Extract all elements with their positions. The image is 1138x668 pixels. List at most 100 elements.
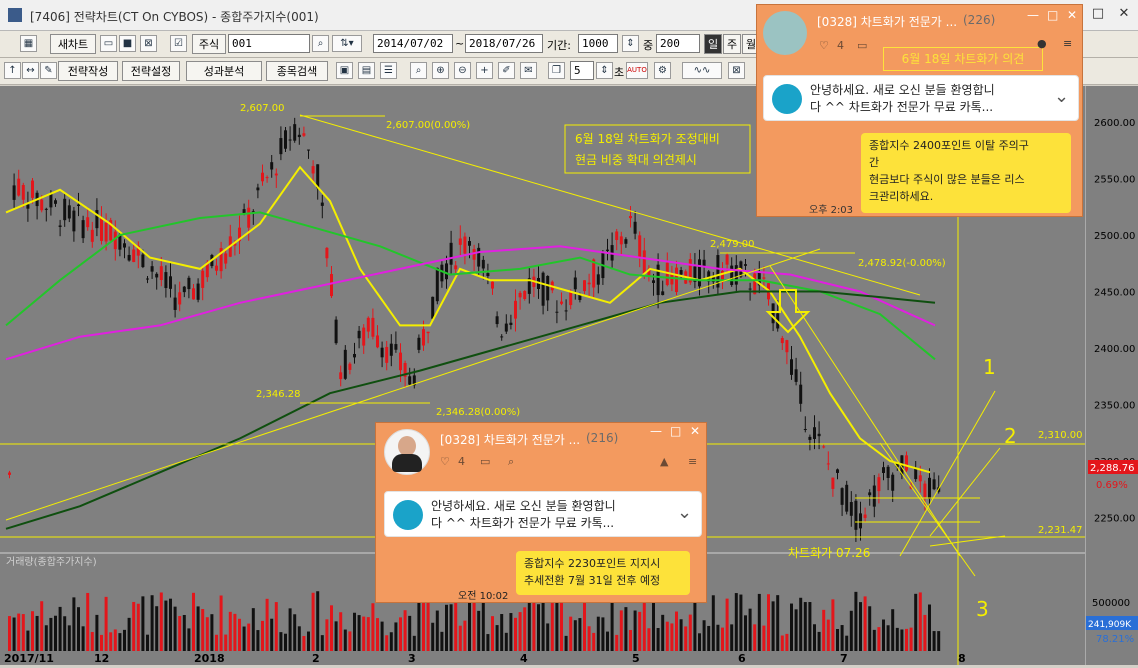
copy-icon[interactable]: ❐ xyxy=(548,62,565,79)
maximize-button[interactable]: □ xyxy=(1086,4,1110,24)
zoom-out-icon[interactable]: ⊖ xyxy=(454,62,471,79)
stock-search-button[interactable]: 종목검색 xyxy=(266,61,328,81)
volume-bar xyxy=(734,593,738,651)
volume-bar xyxy=(435,610,439,651)
day-tab[interactable]: 일 xyxy=(704,34,722,54)
settings-icon[interactable]: ⚙ xyxy=(654,62,671,79)
avatar xyxy=(763,11,807,55)
popup-bottom-minimize[interactable]: — xyxy=(650,424,662,438)
popup-top-title: [0328] 차트화가 전문가 ... xyxy=(817,15,958,29)
strategy-write-button[interactable]: 전략작성 xyxy=(58,61,118,81)
arrow-up-icon[interactable]: ↑ xyxy=(4,62,21,79)
candle xyxy=(619,236,623,245)
candle xyxy=(72,210,76,232)
spin-interval-icon[interactable]: ⇕ xyxy=(596,62,613,79)
date-from-input[interactable]: 2014/07/02 xyxy=(373,34,453,53)
volume-bar xyxy=(297,626,301,651)
window-title: [7406] 전략차트(CT On CYBOS) - 종합주가지수(001) xyxy=(30,10,319,24)
delete-icon[interactable]: ⊠ xyxy=(140,35,157,52)
high-pct-label: 2,607.00(0.00%) xyxy=(386,120,470,131)
window-icon[interactable]: ▣ xyxy=(336,62,353,79)
line-chart-icon[interactable]: ∿∿ xyxy=(682,62,722,79)
heart-icon[interactable]: ♡ xyxy=(440,455,450,468)
volume-bar xyxy=(21,614,25,651)
heart-icon[interactable]: ♡ xyxy=(819,39,829,52)
code-input[interactable]: 001 xyxy=(228,34,310,53)
y-tick-label: 2550.00 xyxy=(1094,175,1135,186)
current-price: 2,288.76 xyxy=(1090,463,1135,474)
volume-bar xyxy=(380,621,384,651)
popup-top-message[interactable]: 안녕하세요. 새로 오신 분들 환영합니 다 ^^ 차트화가 전문가 무료 카톡… xyxy=(763,75,1079,121)
layout-icon[interactable]: ▤ xyxy=(358,62,375,79)
grid-icon[interactable]: ▦ xyxy=(20,35,37,52)
candle xyxy=(504,323,508,332)
menu-icon[interactable]: ≡ xyxy=(688,455,697,468)
zoom-icon[interactable]: ⌕ xyxy=(410,62,427,79)
folder-icon[interactable]: ▭ xyxy=(100,35,117,52)
volume-bar xyxy=(196,606,200,651)
popup-top-minimize[interactable]: — xyxy=(1027,8,1039,22)
candle xyxy=(44,208,48,210)
volume-bar xyxy=(31,611,34,651)
period-input[interactable]: 1000 xyxy=(578,34,618,53)
chat-icon[interactable]: ▭ xyxy=(480,455,490,468)
volume-bar xyxy=(886,625,890,651)
volume-bar xyxy=(785,633,789,651)
bell-icon[interactable]: ● xyxy=(1037,37,1047,50)
candle xyxy=(362,327,366,346)
count-input[interactable]: 200 xyxy=(656,34,700,53)
candle xyxy=(376,335,379,348)
note-icon[interactable]: ✉ xyxy=(520,62,537,79)
popup-top-maximize[interactable]: □ xyxy=(1047,8,1058,22)
auto-button[interactable]: AUTO xyxy=(626,62,648,79)
popup-top-message-l2: 다 ^^ 차트화가 전문가 무료 카톡... xyxy=(810,100,994,114)
new-chart-button[interactable]: 새차트 xyxy=(50,34,96,54)
arrows-horizontal-icon[interactable]: ↔ xyxy=(22,62,39,79)
close-small-icon[interactable]: ⊠ xyxy=(728,62,745,79)
volume-bar xyxy=(256,630,260,651)
volume-bar xyxy=(205,617,209,651)
mid-label: 2,479.00 xyxy=(710,239,755,250)
chat-icon[interactable]: ▭ xyxy=(857,39,867,52)
volume-bar xyxy=(463,620,467,651)
candle xyxy=(307,149,310,151)
save-icon[interactable]: ■ xyxy=(119,35,136,52)
edit-icon[interactable]: ✎ xyxy=(40,62,57,79)
volume-bar xyxy=(721,627,724,651)
checkbox-icon[interactable]: ☑ xyxy=(170,35,187,52)
stock-type-select[interactable]: 주식 xyxy=(192,34,226,54)
bell-icon[interactable]: ▲ xyxy=(660,455,668,468)
popup-bottom[interactable]: [0328] 차트화가 전문가 ... (216) — □ ✕ ♡ 4 ▭ ⌕ … xyxy=(375,422,707,603)
popup-bottom-message[interactable]: 안녕하세요. 새로 오신 분들 환영합니 다 ^^ 차트화가 전문가 무료 카톡… xyxy=(384,491,702,537)
menu-icon[interactable]: ≡ xyxy=(1063,37,1072,50)
close-button[interactable]: ✕ xyxy=(1112,4,1136,24)
search-icon[interactable]: ⌕ xyxy=(508,455,514,469)
y-tick-label: 2600.00 xyxy=(1094,118,1135,129)
interval-input[interactable]: 5 xyxy=(570,61,594,80)
popup-top[interactable]: [0328] 차트화가 전문가 ... (226) — □ ✕ ♡ 4 ▭ 6월… xyxy=(756,4,1083,217)
candle xyxy=(353,353,356,358)
volume-bar xyxy=(385,635,389,651)
popup-bottom-close[interactable]: ✕ xyxy=(690,424,700,438)
popup-bottom-maximize[interactable]: □ xyxy=(670,424,681,438)
chevron-down-icon[interactable]: ⌄ xyxy=(677,502,692,523)
sort-icon[interactable]: ⇅▾ xyxy=(332,35,362,52)
zoom-in-icon[interactable]: ⊕ xyxy=(432,62,449,79)
low-label: 2,346.28 xyxy=(256,389,301,400)
candle xyxy=(569,290,573,306)
list-icon[interactable]: ☰ xyxy=(380,62,397,79)
search-icon[interactable]: ⌕ xyxy=(312,35,329,52)
chevron-down-icon[interactable]: ⌄ xyxy=(1054,86,1069,107)
pen-icon[interactable]: ✐ xyxy=(498,62,515,79)
performance-button[interactable]: 성과분석 xyxy=(186,61,262,81)
crosshair-icon[interactable]: + xyxy=(476,62,493,79)
volume-bar xyxy=(219,595,223,651)
date-to-input[interactable]: 2018/07/26 xyxy=(465,34,543,53)
spin-icon[interactable]: ⇕ xyxy=(622,35,639,52)
week-tab[interactable]: 주 xyxy=(723,34,741,54)
volume-bar xyxy=(26,630,30,651)
strategy-setting-button[interactable]: 전략설정 xyxy=(122,61,180,81)
candle xyxy=(859,513,862,529)
candle xyxy=(500,336,504,338)
popup-top-close[interactable]: ✕ xyxy=(1067,8,1077,22)
